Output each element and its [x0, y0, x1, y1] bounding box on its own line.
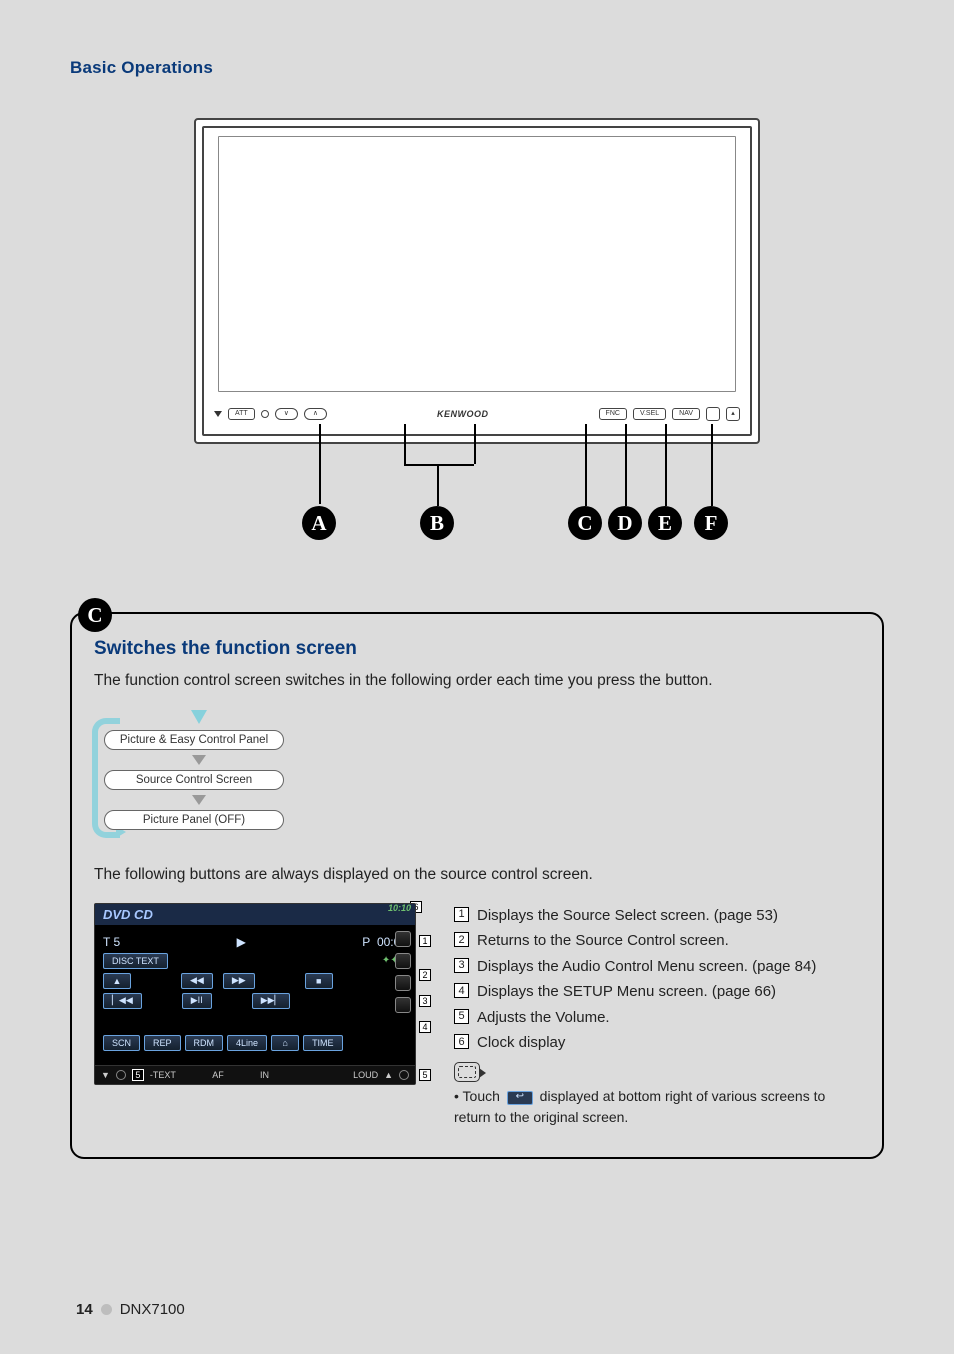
pointer-row: A B C D E F [194, 444, 760, 564]
box-title: Switches the function screen [94, 638, 860, 660]
stop-button[interactable]: ■ [305, 973, 333, 989]
footer-dot-icon [101, 1304, 112, 1315]
disc-text-button[interactable]: DISC TEXT [103, 953, 168, 969]
flow-step-2: Source Control Screen [104, 770, 284, 790]
ref-box-4: 4 [419, 1021, 431, 1033]
flow-diagram: Picture & Easy Control Panel Source Cont… [94, 710, 294, 844]
side-icon-3[interactable] [395, 975, 411, 991]
time-button[interactable]: TIME [303, 1035, 343, 1051]
flow-step-1: Picture & Easy Control Panel [104, 730, 284, 750]
ref-1-text: Displays the Source Select screen. (page… [477, 903, 778, 929]
box-badge-c: C [78, 598, 112, 632]
flow-step-3: Picture Panel (OFF) [104, 810, 284, 830]
fastforward-button[interactable]: ▶▶ [223, 973, 255, 989]
flow-arrow-icon [192, 795, 206, 805]
side-icon-1[interactable] [395, 931, 411, 947]
rewind-button[interactable]: ◀◀ [181, 973, 213, 989]
reference-list: 1 Displays the Source Select screen. (pag… [454, 903, 860, 1127]
note-text: • Touch ↩ displayed at bottom right of v… [454, 1086, 860, 1127]
ref-3-text: Displays the Audio Control Menu screen. … [477, 954, 816, 980]
scn-button[interactable]: SCN [103, 1035, 140, 1051]
screenshot-title: DVD CD 10:10 [95, 904, 415, 925]
pointer-b: B [420, 506, 454, 540]
list-item: 2 Returns to the Source Control screen. [454, 928, 860, 954]
list-item: 5 Adjusts the Volume. [454, 1005, 860, 1031]
source-control-screenshot: 6 DVD CD 10:10 T 5 ▶ P 00:05 DISC TEXT✦✦… [94, 903, 416, 1085]
list-item: 4 Displays the SETUP Menu screen. (page 6… [454, 979, 860, 1005]
page-footer: 14 DNX7100 [76, 1301, 185, 1318]
panel-fnc-button: FNC [599, 408, 627, 420]
explanation-box: C Switches the function screen The funct… [70, 612, 884, 1159]
pointer-a: A [302, 506, 336, 540]
brand-label: KENWOOD [437, 409, 489, 419]
ref-4: 4 [454, 983, 469, 998]
triangle-down-icon [214, 411, 222, 417]
rep-button[interactable]: REP [144, 1035, 181, 1051]
foot-circle-icon[interactable] [116, 1070, 126, 1080]
ref-3: 3 [454, 958, 469, 973]
eject-button[interactable]: ▲ [103, 973, 131, 989]
ref-1: 1 [454, 907, 469, 922]
model-name: DNX7100 [120, 1301, 185, 1318]
panel-vol-down-button: ∨ [275, 408, 298, 420]
box-second-para: The following buttons are always display… [94, 864, 860, 886]
flow-arrow-icon [192, 755, 206, 765]
prev-track-button[interactable]: ▏◀◀ [103, 993, 142, 1009]
side-icon-4[interactable] [395, 997, 411, 1013]
play-pause-button[interactable]: ▶II [182, 993, 212, 1009]
foot-up-icon[interactable]: ▲ [384, 1070, 393, 1080]
list-item: 3 Displays the Audio Control Menu screen.… [454, 954, 860, 980]
page-number: 14 [76, 1301, 93, 1318]
foot-text: -TEXT [150, 1070, 176, 1080]
ref-5-text: Adjusts the Volume. [477, 1005, 610, 1031]
panel-eject-button: ▴ [726, 407, 740, 421]
ref-box-5-inline: 5 [132, 1069, 144, 1081]
ref-5: 5 [454, 1009, 469, 1024]
panel-sq-button [706, 407, 720, 421]
next-track-button[interactable]: ▶▶▏ [252, 993, 291, 1009]
ref-6-text: Clock display [477, 1030, 565, 1056]
home-button[interactable]: ⌂ [271, 1035, 299, 1051]
track-label: T 5 [103, 935, 120, 949]
pointer-e: E [648, 506, 682, 540]
ref-box-1: 1 [419, 935, 431, 947]
panel-att-button: ATT [228, 408, 255, 420]
ref-2-text: Returns to the Source Control screen. [477, 928, 729, 954]
foot-circle-icon-2[interactable] [399, 1070, 409, 1080]
ref-2: 2 [454, 932, 469, 947]
ref-box-2: 2 [419, 969, 431, 981]
ref-4-text: Displays the SETUP Menu screen. (page 66… [477, 979, 776, 1005]
foot-in: IN [260, 1070, 269, 1080]
section-title: Basic Operations [70, 58, 884, 78]
pointer-c: C [568, 506, 602, 540]
screenshot-clock: 10:10 [388, 903, 411, 913]
rdm-button[interactable]: RDM [185, 1035, 224, 1051]
list-item: 6 Clock display [454, 1030, 860, 1056]
circle-icon [261, 410, 269, 418]
device-panel-row: ATT ∨ ∧ KENWOOD FNC V.SEL NAV ▴ [214, 400, 740, 428]
foot-down-icon[interactable]: ▼ [101, 1070, 110, 1080]
flow-start-arrow-icon [191, 710, 207, 724]
list-item: 1 Displays the Source Select screen. (pag… [454, 903, 860, 929]
box-intro: The function control screen switches in … [94, 670, 860, 692]
side-icon-2[interactable] [395, 953, 411, 969]
pointer-f: F [694, 506, 728, 540]
foot-loud: LOUD [353, 1070, 378, 1080]
foot-af: AF [182, 1070, 254, 1080]
p-label: P [362, 935, 370, 949]
note-icon [454, 1062, 480, 1082]
panel-vol-up-button: ∧ [304, 408, 327, 420]
device-illustration: ATT ∨ ∧ KENWOOD FNC V.SEL NAV ▴ [70, 118, 884, 444]
play-icon: ▶ [237, 935, 246, 949]
ref-box-5: 5 [419, 1069, 431, 1081]
return-icon[interactable]: ↩ [507, 1091, 533, 1105]
pointer-d: D [608, 506, 642, 540]
4line-button[interactable]: 4Line [227, 1035, 267, 1051]
panel-nav-button: NAV [672, 408, 700, 420]
panel-vsel-button: V.SEL [633, 408, 666, 420]
ref-6: 6 [454, 1034, 469, 1049]
ref-box-3: 3 [419, 995, 431, 1007]
